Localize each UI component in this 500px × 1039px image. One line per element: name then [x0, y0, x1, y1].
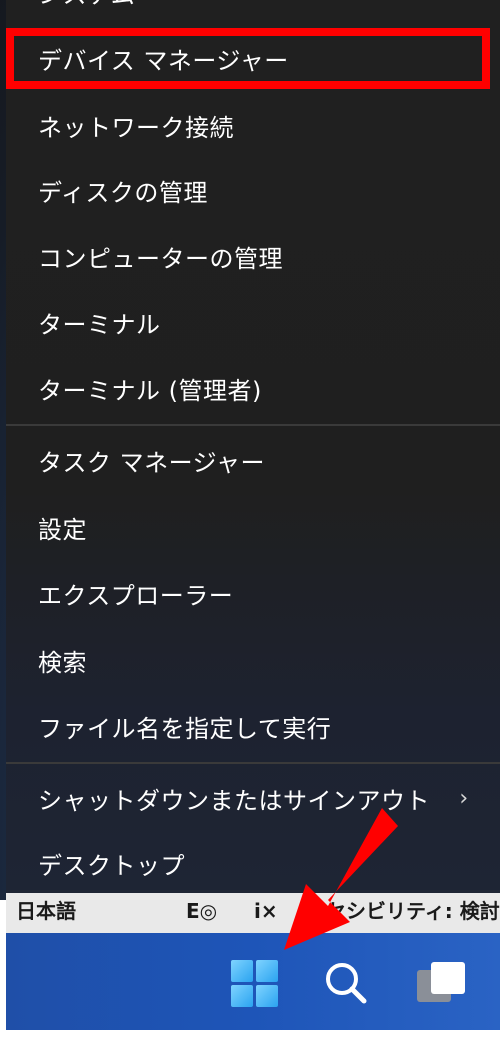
- screenshot-frame: システム デバイス マネージャー ネットワーク接続 ディスクの管理 コンピュータ…: [0, 0, 500, 1039]
- menu-item-label: タスク マネージャー: [38, 448, 265, 477]
- menu-item-shutdown-signout[interactable]: シャットダウンまたはサインアウト ›: [6, 768, 500, 828]
- menu-item-computer-management[interactable]: コンピューターの管理: [6, 226, 500, 286]
- menu-item-system[interactable]: システム: [6, 0, 500, 22]
- ime-tool-icon[interactable]: ⅰ×: [254, 899, 278, 923]
- winx-context-menu: システム デバイス マネージャー ネットワーク接続 ディスクの管理 コンピュータ…: [6, 0, 500, 893]
- taskbar: [6, 933, 500, 1030]
- language-label[interactable]: 日本語: [16, 895, 76, 924]
- bottom-margin: [0, 1030, 500, 1039]
- accessibility-label: セシビリティ: 検討: [326, 899, 500, 923]
- menu-item-label: デスクトップ: [38, 851, 185, 880]
- windows-logo-icon: [230, 959, 278, 1007]
- menu-item-task-manager[interactable]: タスク マネージャー: [6, 430, 500, 490]
- menu-item-terminal-admin[interactable]: ターミナル (管理者): [6, 358, 500, 418]
- menu-item-search[interactable]: 検索: [6, 630, 500, 690]
- menu-item-label: シャットダウンまたはサインアウト: [38, 786, 430, 815]
- menu-item-settings[interactable]: 設定: [6, 497, 500, 557]
- language-status-strip: 日本語 E◎ ⅰ× セシビリティ: 検討: [6, 893, 500, 933]
- menu-item-terminal[interactable]: ターミナル: [6, 292, 500, 352]
- menu-item-network-connections[interactable]: ネットワーク接続: [6, 95, 500, 155]
- menu-item-disk-management[interactable]: ディスクの管理: [6, 160, 500, 220]
- menu-item-label: ターミナル (管理者): [38, 376, 262, 405]
- menu-item-label: ディスクの管理: [38, 178, 208, 207]
- menu-item-label: ネットワーク接続: [38, 113, 234, 142]
- menu-item-desktop[interactable]: デスクトップ: [6, 833, 500, 893]
- menu-item-label: コンピューターの管理: [38, 244, 283, 273]
- menu-item-device-manager[interactable]: デバイス マネージャー: [6, 28, 500, 88]
- ime-mode-icon[interactable]: E◎: [186, 899, 217, 923]
- menu-item-explorer[interactable]: エクスプローラー: [6, 563, 500, 623]
- search-button[interactable]: [316, 953, 376, 1013]
- menu-item-label: エクスプローラー: [38, 581, 234, 610]
- menu-item-label: システム: [38, 0, 500, 10]
- menu-item-label: 設定: [38, 515, 87, 544]
- search-icon: [326, 963, 367, 1004]
- menu-item-label: ターミナル: [38, 310, 161, 339]
- chevron-right-icon: ›: [459, 785, 469, 811]
- menu-item-label: デバイス マネージャー: [38, 46, 289, 75]
- menu-separator: [6, 424, 500, 426]
- menu-item-run[interactable]: ファイル名を指定して実行: [6, 696, 500, 756]
- task-view-button[interactable]: [411, 953, 471, 1013]
- start-button[interactable]: [224, 953, 284, 1013]
- task-view-icon: [417, 962, 465, 1002]
- menu-separator: [6, 762, 500, 764]
- menu-item-label: 検索: [38, 648, 87, 677]
- menu-item-label: ファイル名を指定して実行: [38, 714, 332, 743]
